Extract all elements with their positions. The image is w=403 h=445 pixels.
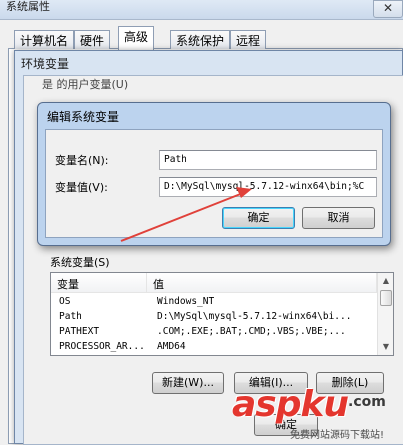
column-header-variable[interactable]: 变量 — [51, 273, 147, 293]
vertical-scrollbar[interactable]: ▲ ▼ — [377, 273, 393, 355]
edit-ok-button[interactable]: 确定 — [222, 207, 295, 229]
tab-hardware[interactable]: 硬件 — [74, 30, 111, 49]
user-variables-label: 是 的用户变量(U) — [42, 78, 129, 91]
new-variable-button[interactable]: 新建(W)... — [152, 372, 224, 394]
scroll-down-icon[interactable]: ▼ — [378, 339, 393, 355]
row-value: D:\MySql\mysql-5.7.12-winx64\bi... — [157, 311, 352, 322]
scrollbar-thumb[interactable] — [380, 290, 392, 306]
row-value: AMD64 — [157, 341, 186, 352]
env-ok-button[interactable]: 确定 — [254, 414, 318, 436]
edit-variable-button[interactable]: 编辑(I)... — [234, 372, 308, 394]
edit-system-variable-dialog: 编辑系统变量 变量名(N): Path 变量值(V): D:\MySql\mys… — [37, 102, 391, 246]
row-variable: PROCESSOR_AR... — [59, 341, 145, 352]
dialog-title: 环境变量 — [21, 57, 70, 71]
tab-computer-name[interactable]: 计算机名 — [14, 30, 75, 49]
column-header-value[interactable]: 值 — [147, 273, 377, 293]
system-variables-table[interactable]: 变量 值 OS Windows_NT Path D:\MySql\mysql-5… — [50, 272, 394, 356]
window-title: 系统属性 — [6, 0, 50, 13]
scroll-up-icon[interactable]: ▲ — [378, 273, 393, 289]
table-row[interactable]: PATHEXT .COM;.EXE;.BAT;.CMD;.VBS;.VBE;..… — [51, 325, 377, 339]
table-row[interactable]: PROCESSOR_AR... AMD64 — [51, 340, 377, 354]
delete-variable-button[interactable]: 删除(L) — [316, 372, 384, 394]
table-row[interactable]: OS Windows_NT — [51, 295, 377, 309]
dialog-title: 编辑系统变量 — [47, 110, 120, 124]
close-icon: ✕ — [382, 1, 394, 15]
row-value: Windows_NT — [157, 296, 215, 307]
tab-system-protection[interactable]: 系统保护 — [170, 30, 231, 49]
row-variable: Path — [59, 311, 82, 322]
dialog-body: 变量名(N): Path 变量值(V): D:\MySql\mysql-5.7.… — [45, 129, 383, 238]
row-variable: PATHEXT — [59, 326, 100, 337]
variable-value-field[interactable]: D:\MySql\mysql-5.7.12-winx64\bin;%C — [159, 177, 377, 197]
variable-name-field[interactable]: Path — [159, 150, 377, 170]
table-row[interactable]: Path D:\MySql\mysql-5.7.12-winx64\bi... — [51, 310, 377, 324]
variable-value-label: 变量值(V): — [55, 181, 108, 194]
tab-advanced[interactable]: 高级 — [118, 26, 155, 50]
tab-remote[interactable]: 远程 — [230, 30, 267, 49]
edit-cancel-button[interactable]: 取消 — [302, 207, 375, 229]
system-variables-label: 系统变量(S) — [50, 256, 110, 269]
window-title-bar[interactable]: 系统属性 — [0, 0, 403, 20]
row-value: .COM;.EXE;.BAT;.CMD;.VBS;.VBE;... — [157, 326, 346, 337]
close-button[interactable]: ✕ — [373, 0, 403, 18]
row-variable: OS — [59, 296, 71, 307]
variable-name-label: 变量名(N): — [55, 154, 109, 167]
